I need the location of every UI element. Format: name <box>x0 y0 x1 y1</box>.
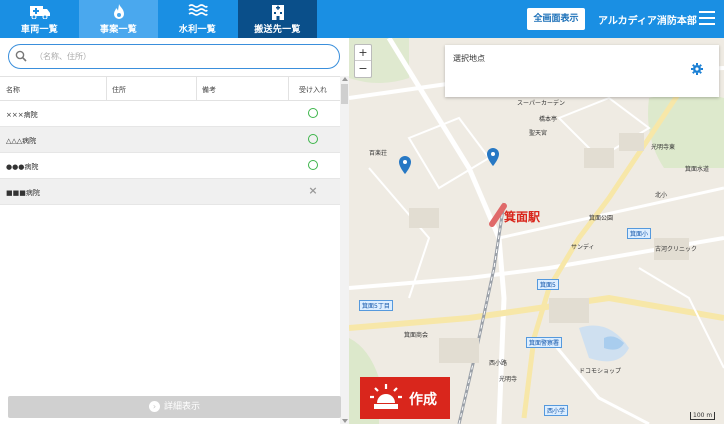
table-header: 名称 住所 備考 受け入れ <box>0 76 340 101</box>
map-label: ドコモショップ <box>579 368 622 375</box>
zoom-control: + − <box>354 44 372 78</box>
table-row[interactable]: ■■■病院 × <box>0 179 340 205</box>
map-label: 箕面5丁目 <box>359 300 393 311</box>
hospital-table: 名称 住所 備考 受け入れ ×××病院 △△△病院 ●●●病院 ■■■病院 × <box>0 76 340 205</box>
map-scale: 100 m <box>690 412 716 420</box>
detail-view-button[interactable]: › 詳細表示 <box>8 396 341 418</box>
scroll-up-arrow-icon[interactable] <box>342 77 348 81</box>
tab-label: 事案一覧 <box>99 25 138 35</box>
ambulance-icon <box>0 3 79 21</box>
accept-unavailable-icon: × <box>308 184 318 197</box>
top-navigation-bar: 車両一覧 事案一覧 水利一覧 搬送先一覧 全画面表示 アルカディア消防本部 <box>0 0 724 38</box>
column-header-address[interactable]: 住所 <box>112 85 126 95</box>
map-pin-icon[interactable] <box>487 148 499 166</box>
map-label: 箕面警察署 <box>526 337 563 348</box>
map-label: 箕面5 <box>537 279 559 290</box>
hospital-name: ●●●病院 <box>6 163 39 171</box>
flame-icon <box>79 3 158 21</box>
table-row[interactable]: ●●●病院 <box>0 153 340 179</box>
map-label: 西小路 <box>489 360 508 367</box>
detail-view-label: 詳細表示 <box>163 402 200 412</box>
column-header-note[interactable]: 備考 <box>202 85 216 95</box>
tab-transport-list[interactable]: 搬送先一覧 <box>238 0 317 38</box>
water-icon <box>158 3 237 21</box>
chevron-right-icon: › <box>148 401 160 412</box>
map-label: サンディ <box>571 244 595 251</box>
map-label: 西小学 <box>544 405 569 416</box>
search-icon <box>15 50 27 62</box>
vertical-scrollbar[interactable] <box>340 76 349 424</box>
gear-icon[interactable] <box>690 62 704 76</box>
map-view[interactable]: + − 選択地点 スーパーカーデン 橋本亭 聖天宮 箕面警察署 箕面小 箕面公園… <box>349 38 724 424</box>
accept-available-icon <box>307 107 319 119</box>
map-label: 光明寺 <box>499 376 518 383</box>
hospital-building-icon <box>238 3 317 21</box>
map-label: 光明寺東 <box>651 144 676 151</box>
map-label: 箕面水道 <box>685 166 710 173</box>
map-label: スーパーカーデン <box>517 100 565 107</box>
fullscreen-button[interactable]: 全画面表示 <box>527 8 585 30</box>
selected-location-title: 選択地点 <box>453 54 485 63</box>
organization-name: アルカディア消防本部 <box>598 16 697 27</box>
map-label: 北小 <box>655 192 668 199</box>
tab-label: 搬送先一覧 <box>254 25 301 35</box>
table-row[interactable]: △△△病院 <box>0 127 340 153</box>
tab-label: 車両一覧 <box>20 25 59 35</box>
column-header-name[interactable]: 名称 <box>6 85 20 95</box>
tab-incident-list[interactable]: 事案一覧 <box>79 0 158 38</box>
column-header-accept[interactable]: 受け入れ <box>299 85 327 95</box>
map-label: 箕面商会 <box>404 332 429 339</box>
create-button-label: 作成 <box>409 392 437 408</box>
table-row[interactable]: ×××病院 <box>0 101 340 127</box>
zoom-out-button[interactable]: − <box>355 61 371 77</box>
scroll-thumb[interactable] <box>341 84 348 104</box>
tab-label: 水利一覧 <box>178 25 217 35</box>
tab-vehicle-list[interactable]: 車両一覧 <box>0 0 79 38</box>
tab-water-list[interactable]: 水利一覧 <box>158 0 237 38</box>
hospital-name: ■■■病院 <box>6 189 40 197</box>
transport-destination-panel: 名称 住所 備考 受け入れ ×××病院 △△△病院 ●●●病院 ■■■病院 × <box>0 38 349 424</box>
selected-location-panel: 選択地点 <box>445 45 719 97</box>
map-label: 箕面公園 <box>589 215 614 222</box>
station-label: 箕面駅 <box>504 210 541 224</box>
map-label: 橋本亭 <box>539 116 558 123</box>
create-incident-button[interactable]: 作成 <box>360 377 450 419</box>
search-box <box>8 44 340 69</box>
hamburger-menu-icon[interactable] <box>699 11 715 25</box>
siren-icon <box>370 384 402 409</box>
map-label: 聖天宮 <box>529 130 548 137</box>
hospital-name: △△△病院 <box>6 137 37 145</box>
accept-available-icon <box>307 133 319 145</box>
scroll-down-arrow-icon[interactable] <box>342 419 348 423</box>
search-input[interactable] <box>35 48 330 65</box>
map-label: 百楽荘 <box>369 150 388 157</box>
zoom-in-button[interactable]: + <box>355 45 371 61</box>
accept-available-icon <box>307 159 319 171</box>
map-pin-icon[interactable] <box>399 156 411 174</box>
hospital-name: ×××病院 <box>6 111 38 119</box>
map-label: 古河クリニック <box>655 246 698 253</box>
map-label: 箕面小 <box>627 228 652 239</box>
